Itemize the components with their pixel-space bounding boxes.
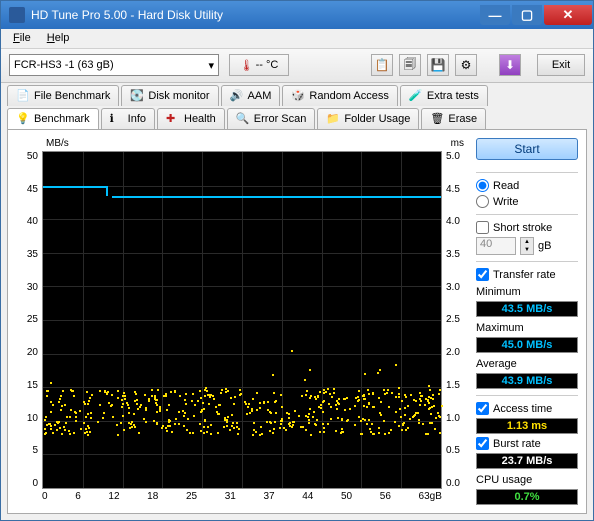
exit-button[interactable]: Exit (537, 54, 585, 76)
short-stroke-check[interactable]: Short stroke (476, 221, 578, 234)
tab-info[interactable]: ℹInfo (101, 108, 155, 129)
disk-monitor-icon: 💽 (130, 89, 144, 103)
tab-file-benchmark[interactable]: 📄File Benchmark (7, 85, 119, 106)
avg-label: Average (476, 358, 578, 370)
x-axis: 06121825313744505663gB (16, 489, 442, 505)
scan-icon: 🔍 (236, 112, 250, 126)
random-access-icon: 🎲 (291, 89, 305, 103)
write-radio[interactable]: Write (476, 195, 578, 208)
read-radio[interactable]: Read (476, 179, 578, 192)
drive-label: FCR-HS3 -1 (63 gB) (14, 59, 114, 71)
drive-dropdown[interactable]: FCR-HS3 -1 (63 gB) ▾ (9, 54, 219, 76)
tab-benchmark[interactable]: 💡Benchmark (7, 108, 99, 129)
file-benchmark-icon: 📄 (16, 89, 30, 103)
tab-disk-monitor[interactable]: 💽Disk monitor (121, 85, 218, 106)
y-left-unit: MB/s (46, 138, 69, 149)
tab-error-scan[interactable]: 🔍Error Scan (227, 108, 316, 129)
access-value: 1.13 ms (476, 418, 578, 434)
minimize-button[interactable]: — (480, 5, 510, 25)
extra-tests-icon: 🧪 (409, 89, 423, 103)
window-title: HD Tune Pro 5.00 - Hard Disk Utility (31, 8, 479, 22)
cpu-label: CPU usage (476, 474, 578, 486)
screenshot-button[interactable]: 🗐 (399, 54, 421, 76)
app-icon (9, 7, 25, 23)
y-right-unit: ms (451, 138, 464, 149)
close-button[interactable]: ✕ (544, 5, 592, 25)
titlebar[interactable]: HD Tune Pro 5.00 - Hard Disk Utility — ▢… (1, 1, 593, 29)
info-icon: ℹ (110, 112, 124, 126)
tab-aam[interactable]: 🔊AAM (221, 85, 281, 106)
erase-icon: 🗑 (430, 112, 444, 126)
action-button[interactable]: ⬇ (499, 54, 521, 76)
save-button[interactable]: 💾 (427, 54, 449, 76)
y-axis-left: 50454035302520151050 (16, 151, 42, 489)
temp-value: -- °C (256, 59, 279, 71)
benchmark-icon: 💡 (16, 112, 30, 126)
folder-icon: 📁 (326, 112, 340, 126)
max-label: Maximum (476, 322, 578, 334)
dropdown-icon: ▾ (208, 59, 214, 72)
benchmark-panel: MB/s ms 50454035302520151050 5.04.54.03.… (7, 129, 587, 514)
start-button[interactable]: Start (476, 138, 578, 160)
side-panel: Start Read Write Short stroke 40 ▲▼ gB T… (476, 138, 578, 505)
temperature-display: 🌡 -- °C (229, 54, 289, 76)
app-window: HD Tune Pro 5.00 - Hard Disk Utility — ▢… (0, 0, 594, 521)
transfer-rate-check[interactable]: Transfer rate (476, 268, 578, 281)
avg-value: 43.9 MB/s (476, 373, 578, 389)
menubar: File Help (1, 29, 593, 48)
copy-info-button[interactable]: 📋 (371, 54, 393, 76)
tabs-row-lower: 💡Benchmark ℹInfo ✚Health 🔍Error Scan 📁Fo… (1, 106, 593, 129)
tab-random-access[interactable]: 🎲Random Access (282, 85, 397, 106)
thermometer-icon: 🌡 (240, 59, 254, 72)
tab-health[interactable]: ✚Health (157, 108, 225, 129)
toolbar: FCR-HS3 -1 (63 gB) ▾ 🌡 -- °C 📋 🗐 💾 ⚙ ⬇ E… (1, 49, 593, 84)
tab-folder-usage[interactable]: 📁Folder Usage (317, 108, 419, 129)
health-icon: ✚ (166, 112, 180, 126)
speaker-icon: 🔊 (230, 89, 244, 103)
burst-rate-check[interactable]: Burst rate (476, 437, 578, 450)
stroke-unit: gB (538, 240, 551, 252)
max-value: 45.0 MB/s (476, 337, 578, 353)
settings-button[interactable]: ⚙ (455, 54, 477, 76)
burst-value: 23.7 MB/s (476, 453, 578, 469)
maximize-button[interactable]: ▢ (512, 5, 542, 25)
min-value: 43.5 MB/s (476, 301, 578, 317)
tab-erase[interactable]: 🗑Erase (421, 108, 486, 129)
cpu-value: 0.7% (476, 489, 578, 505)
stroke-input[interactable]: 40 (476, 237, 516, 255)
menu-file[interactable]: File (9, 31, 35, 45)
access-time-check[interactable]: Access time (476, 402, 578, 415)
tabs-row-upper: 📄File Benchmark 💽Disk monitor 🔊AAM 🎲Rand… (1, 83, 593, 106)
tab-extra-tests[interactable]: 🧪Extra tests (400, 85, 488, 106)
stroke-spinner[interactable]: ▲▼ (520, 237, 534, 255)
min-label: Minimum (476, 286, 578, 298)
plot-canvas (42, 151, 442, 489)
y-axis-right: 5.04.54.03.53.02.52.01.51.00.50.0 (442, 151, 468, 489)
chart-area: MB/s ms 50454035302520151050 5.04.54.03.… (16, 138, 468, 505)
menu-help[interactable]: Help (43, 31, 74, 45)
